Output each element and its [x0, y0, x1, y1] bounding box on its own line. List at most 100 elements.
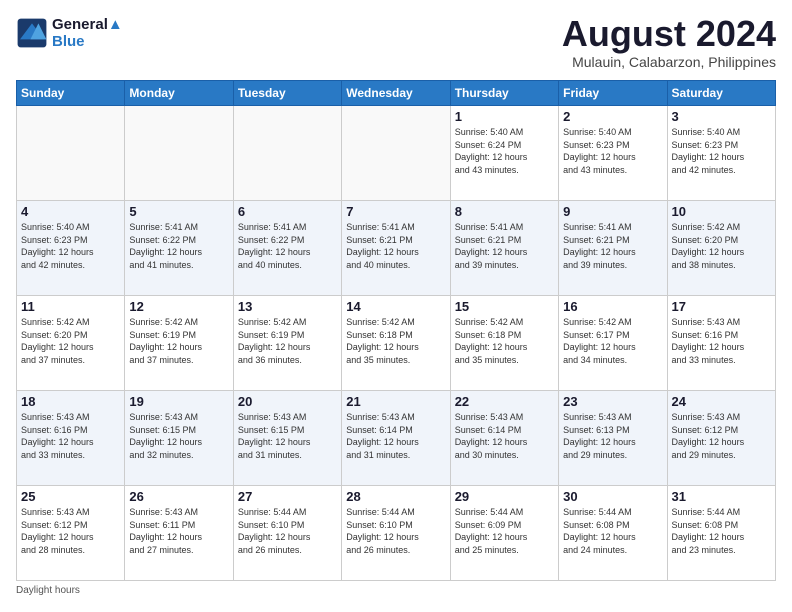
day-number: 25	[21, 489, 120, 504]
day-number: 7	[346, 204, 445, 219]
calendar-day-header: Tuesday	[233, 81, 341, 106]
day-number: 26	[129, 489, 228, 504]
day-info: Sunrise: 5:44 AM Sunset: 6:10 PM Dayligh…	[346, 506, 445, 556]
day-number: 1	[455, 109, 554, 124]
day-number: 4	[21, 204, 120, 219]
day-info: Sunrise: 5:42 AM Sunset: 6:19 PM Dayligh…	[238, 316, 337, 366]
calendar-day-cell: 14 Sunrise: 5:42 AM Sunset: 6:18 PM Dayli…	[342, 296, 450, 391]
calendar-day-cell	[125, 106, 233, 201]
day-number: 18	[21, 394, 120, 409]
title-area: August 2024 Mulauin, Calabarzon, Philipp…	[562, 16, 776, 70]
day-info: Sunrise: 5:40 AM Sunset: 6:23 PM Dayligh…	[563, 126, 662, 176]
day-number: 30	[563, 489, 662, 504]
day-info: Sunrise: 5:41 AM Sunset: 6:22 PM Dayligh…	[129, 221, 228, 271]
calendar-day-cell: 26 Sunrise: 5:43 AM Sunset: 6:11 PM Dayli…	[125, 486, 233, 581]
calendar-table: SundayMondayTuesdayWednesdayThursdayFrid…	[16, 80, 776, 581]
day-info: Sunrise: 5:44 AM Sunset: 6:08 PM Dayligh…	[672, 506, 771, 556]
calendar-day-cell: 7Sunrise: 5:41 AM Sunset: 6:21 PM Daylig…	[342, 201, 450, 296]
day-info: Sunrise: 5:40 AM Sunset: 6:24 PM Dayligh…	[455, 126, 554, 176]
calendar-day-header: Friday	[559, 81, 667, 106]
calendar-day-cell	[17, 106, 125, 201]
calendar-day-cell: 4 Sunrise: 5:40 AM Sunset: 6:23 PM Daylig…	[17, 201, 125, 296]
calendar-day-cell	[233, 106, 341, 201]
calendar-week-row: 4 Sunrise: 5:40 AM Sunset: 6:23 PM Daylig…	[17, 201, 776, 296]
day-number: 19	[129, 394, 228, 409]
day-number: 17	[672, 299, 771, 314]
day-info: Sunrise: 5:43 AM Sunset: 6:15 PM Dayligh…	[238, 411, 337, 461]
calendar-day-cell: 29Sunrise: 5:44 AM Sunset: 6:09 PM Dayli…	[450, 486, 558, 581]
calendar-week-row: 1 Sunrise: 5:40 AM Sunset: 6:24 PM Daylig…	[17, 106, 776, 201]
day-number: 23	[563, 394, 662, 409]
calendar-day-cell: 25 Sunrise: 5:43 AM Sunset: 6:12 PM Dayli…	[17, 486, 125, 581]
day-number: 21	[346, 394, 445, 409]
calendar-day-header: Monday	[125, 81, 233, 106]
day-info: Sunrise: 5:44 AM Sunset: 6:09 PM Dayligh…	[455, 506, 554, 556]
calendar-day-cell: 30 Sunrise: 5:44 AM Sunset: 6:08 PM Dayli…	[559, 486, 667, 581]
day-number: 28	[346, 489, 445, 504]
calendar-day-cell: 31 Sunrise: 5:44 AM Sunset: 6:08 PM Dayli…	[667, 486, 775, 581]
day-info: Sunrise: 5:44 AM Sunset: 6:10 PM Dayligh…	[238, 506, 337, 556]
footer-note: Daylight hours	[16, 585, 776, 596]
day-info: Sunrise: 5:43 AM Sunset: 6:14 PM Dayligh…	[346, 411, 445, 461]
calendar-day-cell: 11Sunrise: 5:42 AM Sunset: 6:20 PM Dayli…	[17, 296, 125, 391]
day-info: Sunrise: 5:43 AM Sunset: 6:14 PM Dayligh…	[455, 411, 554, 461]
calendar-day-header: Wednesday	[342, 81, 450, 106]
calendar-day-cell: 13 Sunrise: 5:42 AM Sunset: 6:19 PM Dayli…	[233, 296, 341, 391]
calendar-day-cell: 21 Sunrise: 5:43 AM Sunset: 6:14 PM Dayli…	[342, 391, 450, 486]
calendar-day-cell: 22 Sunrise: 5:43 AM Sunset: 6:14 PM Dayli…	[450, 391, 558, 486]
calendar-day-cell: 12 Sunrise: 5:42 AM Sunset: 6:19 PM Dayli…	[125, 296, 233, 391]
logo-icon	[16, 17, 48, 49]
day-number: 8	[455, 204, 554, 219]
calendar-day-cell: 5Sunrise: 5:41 AM Sunset: 6:22 PM Daylig…	[125, 201, 233, 296]
header: General▲ Blue August 2024 Mulauin, Calab…	[16, 16, 776, 70]
calendar-header-row: SundayMondayTuesdayWednesdayThursdayFrid…	[17, 81, 776, 106]
day-info: Sunrise: 5:43 AM Sunset: 6:15 PM Dayligh…	[129, 411, 228, 461]
day-info: Sunrise: 5:40 AM Sunset: 6:23 PM Dayligh…	[21, 221, 120, 271]
calendar-day-cell: 17 Sunrise: 5:43 AM Sunset: 6:16 PM Dayli…	[667, 296, 775, 391]
day-number: 14	[346, 299, 445, 314]
day-number: 10	[672, 204, 771, 219]
calendar-day-cell: 8 Sunrise: 5:41 AM Sunset: 6:21 PM Daylig…	[450, 201, 558, 296]
day-number: 3	[672, 109, 771, 124]
calendar-week-row: 25 Sunrise: 5:43 AM Sunset: 6:12 PM Dayli…	[17, 486, 776, 581]
calendar-day-cell: 10 Sunrise: 5:42 AM Sunset: 6:20 PM Dayli…	[667, 201, 775, 296]
day-info: Sunrise: 5:40 AM Sunset: 6:23 PM Dayligh…	[672, 126, 771, 176]
calendar-day-cell: 24Sunrise: 5:43 AM Sunset: 6:12 PM Dayli…	[667, 391, 775, 486]
day-number: 12	[129, 299, 228, 314]
calendar-day-cell: 15 Sunrise: 5:42 AM Sunset: 6:18 PM Dayli…	[450, 296, 558, 391]
calendar-day-cell: 18 Sunrise: 5:43 AM Sunset: 6:16 PM Dayli…	[17, 391, 125, 486]
day-number: 13	[238, 299, 337, 314]
calendar-day-cell: 23Sunrise: 5:43 AM Sunset: 6:13 PM Dayli…	[559, 391, 667, 486]
calendar-day-header: Saturday	[667, 81, 775, 106]
day-info: Sunrise: 5:41 AM Sunset: 6:22 PM Dayligh…	[238, 221, 337, 271]
day-info: Sunrise: 5:42 AM Sunset: 6:17 PM Dayligh…	[563, 316, 662, 366]
day-info: Sunrise: 5:42 AM Sunset: 6:19 PM Dayligh…	[129, 316, 228, 366]
day-number: 22	[455, 394, 554, 409]
calendar-day-cell: 6Sunrise: 5:41 AM Sunset: 6:22 PM Daylig…	[233, 201, 341, 296]
day-info: Sunrise: 5:43 AM Sunset: 6:11 PM Dayligh…	[129, 506, 228, 556]
calendar-day-cell: 16 Sunrise: 5:42 AM Sunset: 6:17 PM Dayli…	[559, 296, 667, 391]
day-number: 2	[563, 109, 662, 124]
day-info: Sunrise: 5:43 AM Sunset: 6:16 PM Dayligh…	[672, 316, 771, 366]
logo: General▲ Blue	[16, 16, 123, 50]
calendar-day-cell: 1 Sunrise: 5:40 AM Sunset: 6:24 PM Daylig…	[450, 106, 558, 201]
day-info: Sunrise: 5:43 AM Sunset: 6:12 PM Dayligh…	[21, 506, 120, 556]
day-info: Sunrise: 5:41 AM Sunset: 6:21 PM Dayligh…	[563, 221, 662, 271]
day-info: Sunrise: 5:43 AM Sunset: 6:16 PM Dayligh…	[21, 411, 120, 461]
day-number: 31	[672, 489, 771, 504]
calendar-day-cell: 28 Sunrise: 5:44 AM Sunset: 6:10 PM Dayli…	[342, 486, 450, 581]
calendar-day-cell: 19 Sunrise: 5:43 AM Sunset: 6:15 PM Dayli…	[125, 391, 233, 486]
day-info: Sunrise: 5:42 AM Sunset: 6:20 PM Dayligh…	[672, 221, 771, 271]
calendar-week-row: 18 Sunrise: 5:43 AM Sunset: 6:16 PM Dayli…	[17, 391, 776, 486]
day-info: Sunrise: 5:42 AM Sunset: 6:18 PM Dayligh…	[346, 316, 445, 366]
day-info: Sunrise: 5:41 AM Sunset: 6:21 PM Dayligh…	[455, 221, 554, 271]
page: General▲ Blue August 2024 Mulauin, Calab…	[0, 0, 792, 612]
day-info: Sunrise: 5:42 AM Sunset: 6:18 PM Dayligh…	[455, 316, 554, 366]
calendar-day-header: Thursday	[450, 81, 558, 106]
calendar-day-cell	[342, 106, 450, 201]
day-number: 16	[563, 299, 662, 314]
day-info: Sunrise: 5:42 AM Sunset: 6:20 PM Dayligh…	[21, 316, 120, 366]
day-number: 15	[455, 299, 554, 314]
day-info: Sunrise: 5:44 AM Sunset: 6:08 PM Dayligh…	[563, 506, 662, 556]
calendar-day-cell: 9Sunrise: 5:41 AM Sunset: 6:21 PM Daylig…	[559, 201, 667, 296]
